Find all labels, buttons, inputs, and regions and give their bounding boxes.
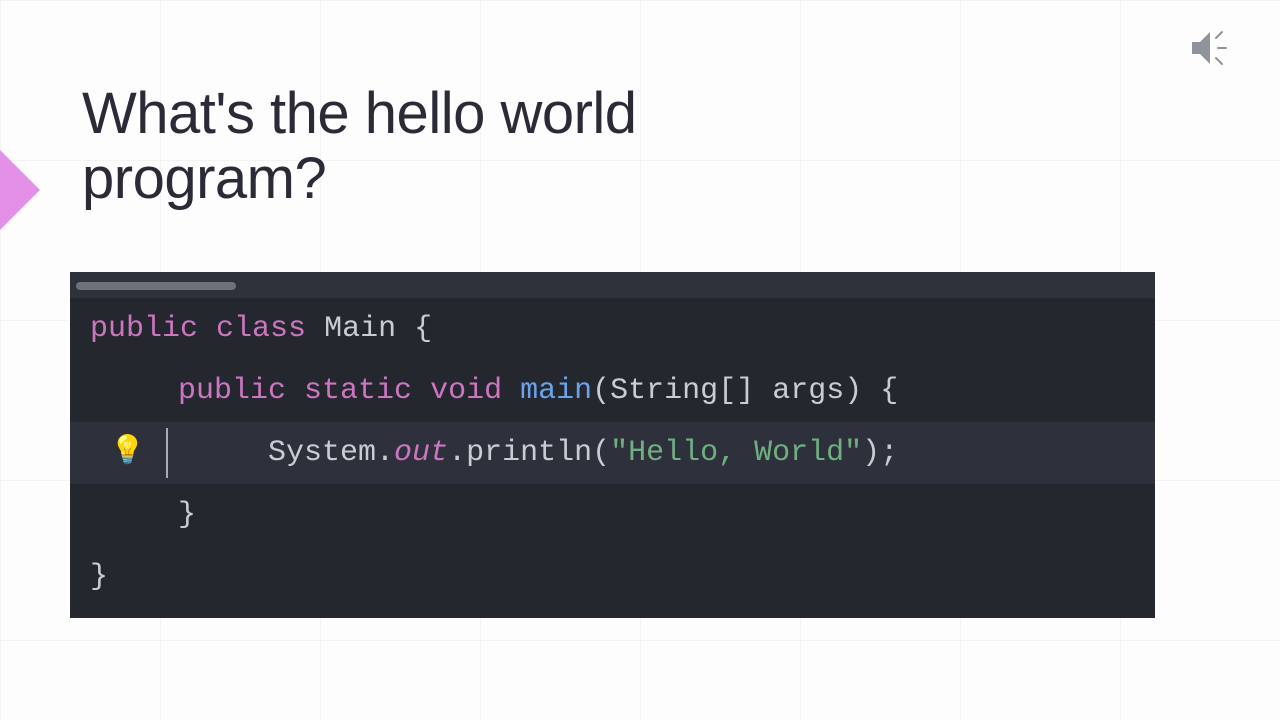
brace: { xyxy=(414,314,432,344)
string-literal: "Hello, World" xyxy=(610,438,862,468)
slide-title: What's the hello world program? xyxy=(82,82,642,212)
horizontal-scrollbar[interactable] xyxy=(70,272,1155,298)
method-call: println xyxy=(466,438,592,468)
text-caret xyxy=(166,428,168,478)
lightbulb-icon[interactable]: 💡 xyxy=(110,439,145,467)
paren: ) xyxy=(862,438,880,468)
dot: . xyxy=(448,438,466,468)
arrow-icon xyxy=(0,150,40,230)
brace: } xyxy=(90,562,108,592)
type: String xyxy=(610,376,718,406)
keyword: public xyxy=(178,376,286,406)
brace: } xyxy=(178,500,196,530)
code-line: } xyxy=(70,484,1155,546)
keyword: class xyxy=(216,314,306,344)
code-line-active: 💡 System.out.println("Hello, World"); xyxy=(70,422,1155,484)
brackets: [] xyxy=(718,376,754,406)
identifier: System xyxy=(268,438,376,468)
class-name: Main xyxy=(324,314,396,344)
field: out xyxy=(394,438,448,468)
paren: ) xyxy=(844,376,862,406)
keyword: static xyxy=(304,376,412,406)
scrollbar-thumb[interactable] xyxy=(76,282,236,290)
semicolon: ; xyxy=(880,438,898,468)
method-name: main xyxy=(520,376,592,406)
paren: ( xyxy=(592,376,610,406)
code-body: public class Main { public static void m… xyxy=(70,298,1155,618)
code-line: } xyxy=(70,546,1155,608)
dot: . xyxy=(376,438,394,468)
keyword: void xyxy=(430,376,502,406)
param: args xyxy=(772,376,844,406)
code-line: public static void main(String[] args) { xyxy=(70,360,1155,422)
code-block: public class Main { public static void m… xyxy=(70,272,1155,618)
code-text: public class Main { public static void m… xyxy=(70,298,1155,618)
brace: { xyxy=(880,376,898,406)
keyword: public xyxy=(90,314,198,344)
speaker-icon xyxy=(1188,28,1232,68)
code-line: public class Main { xyxy=(70,298,1155,360)
paren: ( xyxy=(592,438,610,468)
